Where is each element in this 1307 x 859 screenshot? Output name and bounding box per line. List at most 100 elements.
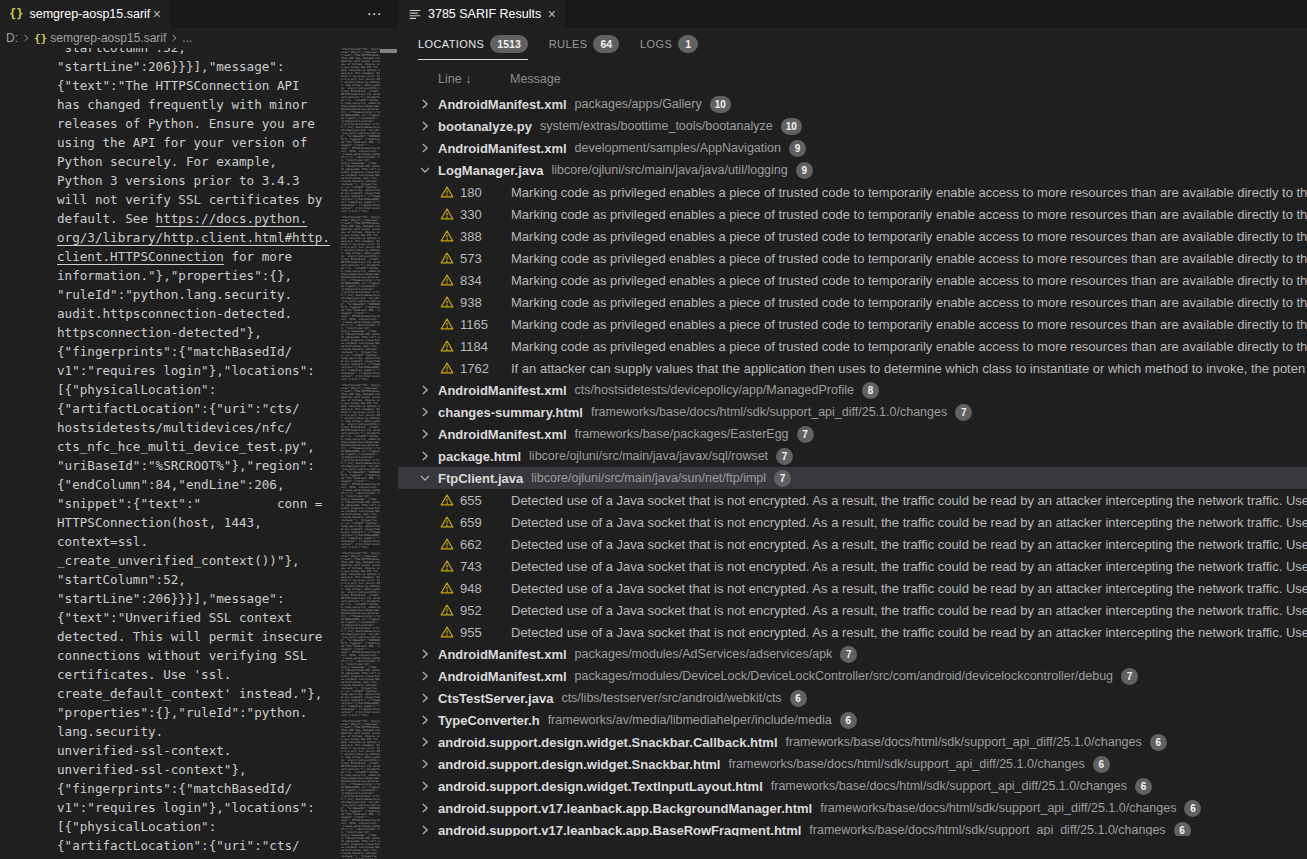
editor-content[interactable]: "startColumn":52,"startLine":206}}}],"me… <box>57 38 330 855</box>
file-row[interactable]: bootanalyze.pysystem/extras/boottime_too… <box>398 115 1307 137</box>
editor-line: information."},"properties":{}, <box>57 266 330 285</box>
result-line-number: 743 <box>460 559 500 574</box>
editor-line: org/3/library/http.client.html#http. <box>57 228 330 247</box>
file-row[interactable]: AndroidManifest.xmlframeworks/base/packa… <box>398 423 1307 445</box>
result-row[interactable]: 180Marking code as privileged enables a … <box>398 181 1307 203</box>
file-row[interactable]: AndroidManifest.xmlpackages/apps/Gallery… <box>398 93 1307 115</box>
editor-more-actions-icon[interactable]: ⋯ <box>360 0 388 28</box>
result-line-number: 1184 <box>460 339 500 354</box>
count-badge: 8 <box>862 382 879 399</box>
result-row[interactable]: 573Marking code as privileged enables a … <box>398 247 1307 269</box>
chevron-right-icon <box>169 33 179 43</box>
editor-link[interactable]: https://docs.python. <box>156 211 308 226</box>
file-name: CtsTestServer.java <box>438 691 553 706</box>
result-message: Detected use of a Java socket that is no… <box>511 559 1307 574</box>
result-row[interactable]: 938Marking code as privileged enables a … <box>398 291 1307 313</box>
editor-link[interactable]: client.HTTPSConnection <box>57 249 224 264</box>
file-row[interactable]: android.support.v17.leanback.app.BaseRow… <box>398 819 1307 836</box>
file-row[interactable]: package.htmllibcore/ojluni/src/main/java… <box>398 445 1307 467</box>
editor-line: httpsconnection-detected"}, <box>57 323 330 342</box>
result-message: Marking code as privileged enables a pie… <box>511 251 1307 266</box>
count-badge: 7 <box>955 404 972 421</box>
editor-line: "startLine":206}}}],"message": <box>57 589 330 608</box>
editor-link[interactable]: org/3/library/http.client.html#http. <box>57 230 330 245</box>
file-path: development/samples/AppNavigation <box>575 141 781 155</box>
file-name: changes-summary.html <box>438 405 583 420</box>
file-row[interactable]: android.support.v17.leanback.app.Backgro… <box>398 797 1307 819</box>
file-row[interactable]: AndroidManifest.xmlpackages/modules/Devi… <box>398 665 1307 687</box>
result-row[interactable]: 948Detected use of a Java socket that is… <box>398 577 1307 599</box>
result-message: Marking code as privileged enables a pie… <box>511 229 1307 244</box>
count-badge: 9 <box>796 162 813 179</box>
result-row[interactable]: 659Detected use of a Java socket that is… <box>398 511 1307 533</box>
editor-line: Python securely. For example, <box>57 152 330 171</box>
file-row[interactable]: AndroidManifest.xmldevelopment/samples/A… <box>398 137 1307 159</box>
panel-tab-bar: LOCATIONS1513 RULES64 LOGS1 <box>418 28 698 60</box>
file-path: libcore/ojluni/src/main/java/java/util/l… <box>551 163 787 177</box>
result-message: Detected use of a Java socket that is no… <box>511 603 1307 618</box>
result-row[interactable]: 955Detected use of a Java socket that is… <box>398 621 1307 643</box>
breadcrumb-file[interactable]: semgrep-aosp15.sarif <box>50 31 166 45</box>
result-row[interactable]: 834Marking code as privileged enables a … <box>398 269 1307 291</box>
chevron-right-icon <box>418 691 432 705</box>
file-path: frameworks/base/docs/html/sdk/support_ap… <box>771 779 1127 793</box>
editor-line: {"text":"Unverified SSL context <box>57 608 330 627</box>
file-row[interactable]: TypeConverter.hframeworks/av/media/libme… <box>398 709 1307 731</box>
panel-view-tab-logs[interactable]: LOGS1 <box>640 28 698 60</box>
chevron-right-icon <box>418 405 432 419</box>
breadcrumb[interactable]: D: {} semgrep-aosp15.sarif ... <box>0 28 398 48</box>
editor-line: context=ssl. <box>57 532 330 551</box>
file-row[interactable]: android.support.design.widget.TextInputL… <box>398 775 1307 797</box>
result-row[interactable]: 330Marking code as privileged enables a … <box>398 203 1307 225</box>
result-row[interactable]: 388Marking code as privileged enables a … <box>398 225 1307 247</box>
editor-line: will not verify SSL certificates by <box>57 190 330 209</box>
panel-view-tab-label: LOGS <box>640 38 672 50</box>
file-path: frameworks/base/packages/EasterEgg <box>575 427 789 441</box>
file-row[interactable]: LogManager.java libcore/ojluni/src/main/j… <box>398 159 1307 181</box>
editor-line: {"endColumn":84,"endLine":206, <box>57 475 330 494</box>
result-row[interactable]: 1184Marking code as privileged enables a… <box>398 335 1307 357</box>
file-row[interactable]: android.support.design.widget.Snackbar.C… <box>398 731 1307 753</box>
result-line-number: 948 <box>460 581 500 596</box>
breadcrumb-more[interactable]: ... <box>182 31 192 45</box>
file-name: LogManager.java <box>438 163 543 178</box>
warning-icon <box>440 515 454 529</box>
chevron-right-icon <box>418 801 432 815</box>
file-row[interactable]: AndroidManifest.xmlpackages/modules/AdSe… <box>398 643 1307 665</box>
count-badge: 1513 <box>490 35 527 53</box>
panel-tab-sarif-results[interactable]: 3785 SARIF Results × <box>398 0 565 28</box>
result-row[interactable]: 1165Marking code as privileged enables a… <box>398 313 1307 335</box>
file-row[interactable]: android.support.design.widget.Snackbar.h… <box>398 753 1307 775</box>
file-path: libcore/ojluni/src/main/java/javax/sql/r… <box>529 449 768 463</box>
result-row[interactable]: 743 Detected use of a Java socket that is… <box>398 555 1307 577</box>
count-badge: 6 <box>840 712 857 729</box>
result-row[interactable]: 655Detected use of a Java socket that is… <box>398 489 1307 511</box>
editor-line: {"fingerprints":{"matchBasedId/ <box>57 779 330 798</box>
editor-line: "ruleId":"python.lang.security. <box>57 285 330 304</box>
warning-icon <box>440 537 454 551</box>
result-row[interactable]: 1762If an attacker can supply values tha… <box>398 357 1307 379</box>
file-name: AndroidManifest.xml <box>438 97 567 112</box>
close-icon[interactable]: × <box>548 6 556 22</box>
panel-view-tab-locations[interactable]: LOCATIONS1513 <box>418 28 528 60</box>
column-header-line[interactable]: Line ↓ <box>438 72 471 86</box>
result-row[interactable]: 952Detected use of a Java socket that is… <box>398 599 1307 621</box>
result-message: Marking code as privileged enables a pie… <box>511 295 1307 310</box>
count-badge: 6 <box>1184 800 1201 817</box>
panel-view-tab-rules[interactable]: RULES64 <box>549 28 619 60</box>
warning-icon <box>440 581 454 595</box>
file-row[interactable]: changes-summary.htmlframeworks/base/docs… <box>398 401 1307 423</box>
minimap[interactable]: "startColumn":52, "startLine":206}}}],"m… <box>341 48 380 859</box>
file-row[interactable]: CtsTestServer.javacts/libs/testserver/sr… <box>398 687 1307 709</box>
result-message: Detected use of a Java socket that is no… <box>511 625 1307 640</box>
file-row[interactable]: FtpClient.javalibcore/ojluni/src/main/ja… <box>398 467 1307 489</box>
count-badge: 6 <box>790 690 807 707</box>
close-icon[interactable]: × <box>153 6 161 22</box>
result-row[interactable]: 662Detected use of a Java socket that is… <box>398 533 1307 555</box>
breadcrumb-drive[interactable]: D: <box>6 31 18 45</box>
chevron-right-icon <box>418 757 432 771</box>
editor-line: "properties":{},"ruleId":"python. <box>57 703 330 722</box>
editor-tab-semgrep-sarif[interactable]: {} semgrep-aosp15.sarif × <box>0 0 170 28</box>
column-header-message[interactable]: Message <box>510 72 561 86</box>
file-row[interactable]: AndroidManifest.xmlcts/hostsidetests/dev… <box>398 379 1307 401</box>
